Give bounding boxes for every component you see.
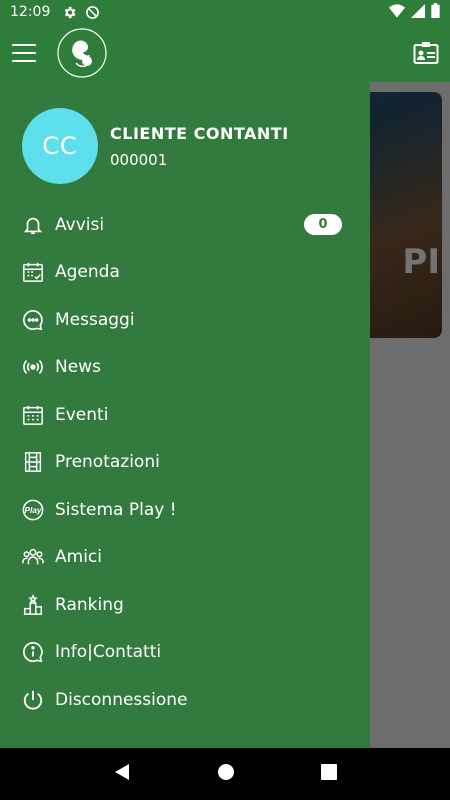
menu-item-label: Prenotazioni	[55, 452, 160, 473]
menu-item-disconnessione[interactable]: Disconnessione	[0, 676, 370, 724]
calendar-grid-icon	[21, 403, 45, 427]
power-icon	[21, 688, 45, 712]
info-icon	[21, 640, 45, 664]
app-bar	[0, 24, 450, 82]
battery-icon	[431, 3, 440, 21]
navigation-drawer: CC CLIENTE CONTANTI 000001 Avvisi 0 Agen…	[0, 82, 370, 748]
menu-item-avvisi[interactable]: Avvisi 0	[0, 201, 370, 249]
wifi-icon	[389, 3, 405, 21]
menu-item-label: Disconnessione	[55, 689, 188, 710]
sync-off-icon	[85, 5, 100, 20]
recents-icon[interactable]	[321, 763, 337, 785]
menu-item-info-contatti[interactable]: Info|Contatti	[0, 629, 370, 677]
drawer-menu: Avvisi 0 Agenda Messaggi News Eventi Pre…	[0, 201, 370, 724]
id-card-icon[interactable]	[413, 41, 439, 70]
group-icon	[21, 545, 45, 569]
menu-hamburger-icon[interactable]	[12, 44, 36, 62]
menu-item-label: Amici	[55, 547, 102, 568]
menu-item-sistema-play[interactable]: Play Sistema Play !	[0, 486, 370, 534]
menu-item-label: Messaggi	[55, 309, 135, 330]
menu-item-eventi[interactable]: Eventi	[0, 391, 370, 439]
chat-bubble-icon	[21, 308, 45, 332]
menu-item-label: News	[55, 357, 101, 378]
menu-item-label: Agenda	[55, 262, 120, 283]
menu-item-agenda[interactable]: Agenda	[0, 249, 370, 297]
profile-code: 000001	[110, 150, 168, 169]
menu-item-label: Avvisi	[55, 214, 105, 235]
play-logo-icon: Play	[21, 498, 45, 522]
menu-item-prenotazioni[interactable]: Prenotazioni	[0, 439, 370, 487]
court-icon	[21, 450, 45, 474]
status-time: 12:09	[10, 4, 51, 20]
menu-item-label: Sistema Play !	[55, 499, 177, 520]
menu-item-news[interactable]: News	[0, 344, 370, 392]
status-bar: 12:09	[0, 0, 450, 24]
menu-item-amici[interactable]: Amici	[0, 534, 370, 582]
broadcast-icon	[21, 355, 45, 379]
profile-header[interactable]: CC CLIENTE CONTANTI 000001	[22, 108, 289, 184]
profile-name: CLIENTE CONTANTI	[110, 123, 289, 143]
notification-count-badge: 0	[304, 214, 342, 235]
back-icon[interactable]	[113, 763, 131, 786]
menu-item-label: Eventi	[55, 404, 109, 425]
svg-text:Play: Play	[25, 506, 42, 515]
home-icon[interactable]	[217, 763, 235, 786]
calendar-check-icon	[21, 260, 45, 284]
podium-icon	[21, 593, 45, 617]
system-nav-bar	[0, 748, 450, 800]
menu-item-ranking[interactable]: Ranking	[0, 581, 370, 629]
signal-icon	[411, 3, 425, 21]
menu-item-label: Info|Contatti	[55, 642, 162, 663]
settings-gear-icon	[62, 5, 77, 20]
club-logo	[57, 28, 107, 78]
avatar: CC	[22, 108, 98, 184]
bell-icon	[21, 213, 45, 237]
menu-item-messaggi[interactable]: Messaggi	[0, 296, 370, 344]
menu-item-label: Ranking	[55, 594, 124, 615]
